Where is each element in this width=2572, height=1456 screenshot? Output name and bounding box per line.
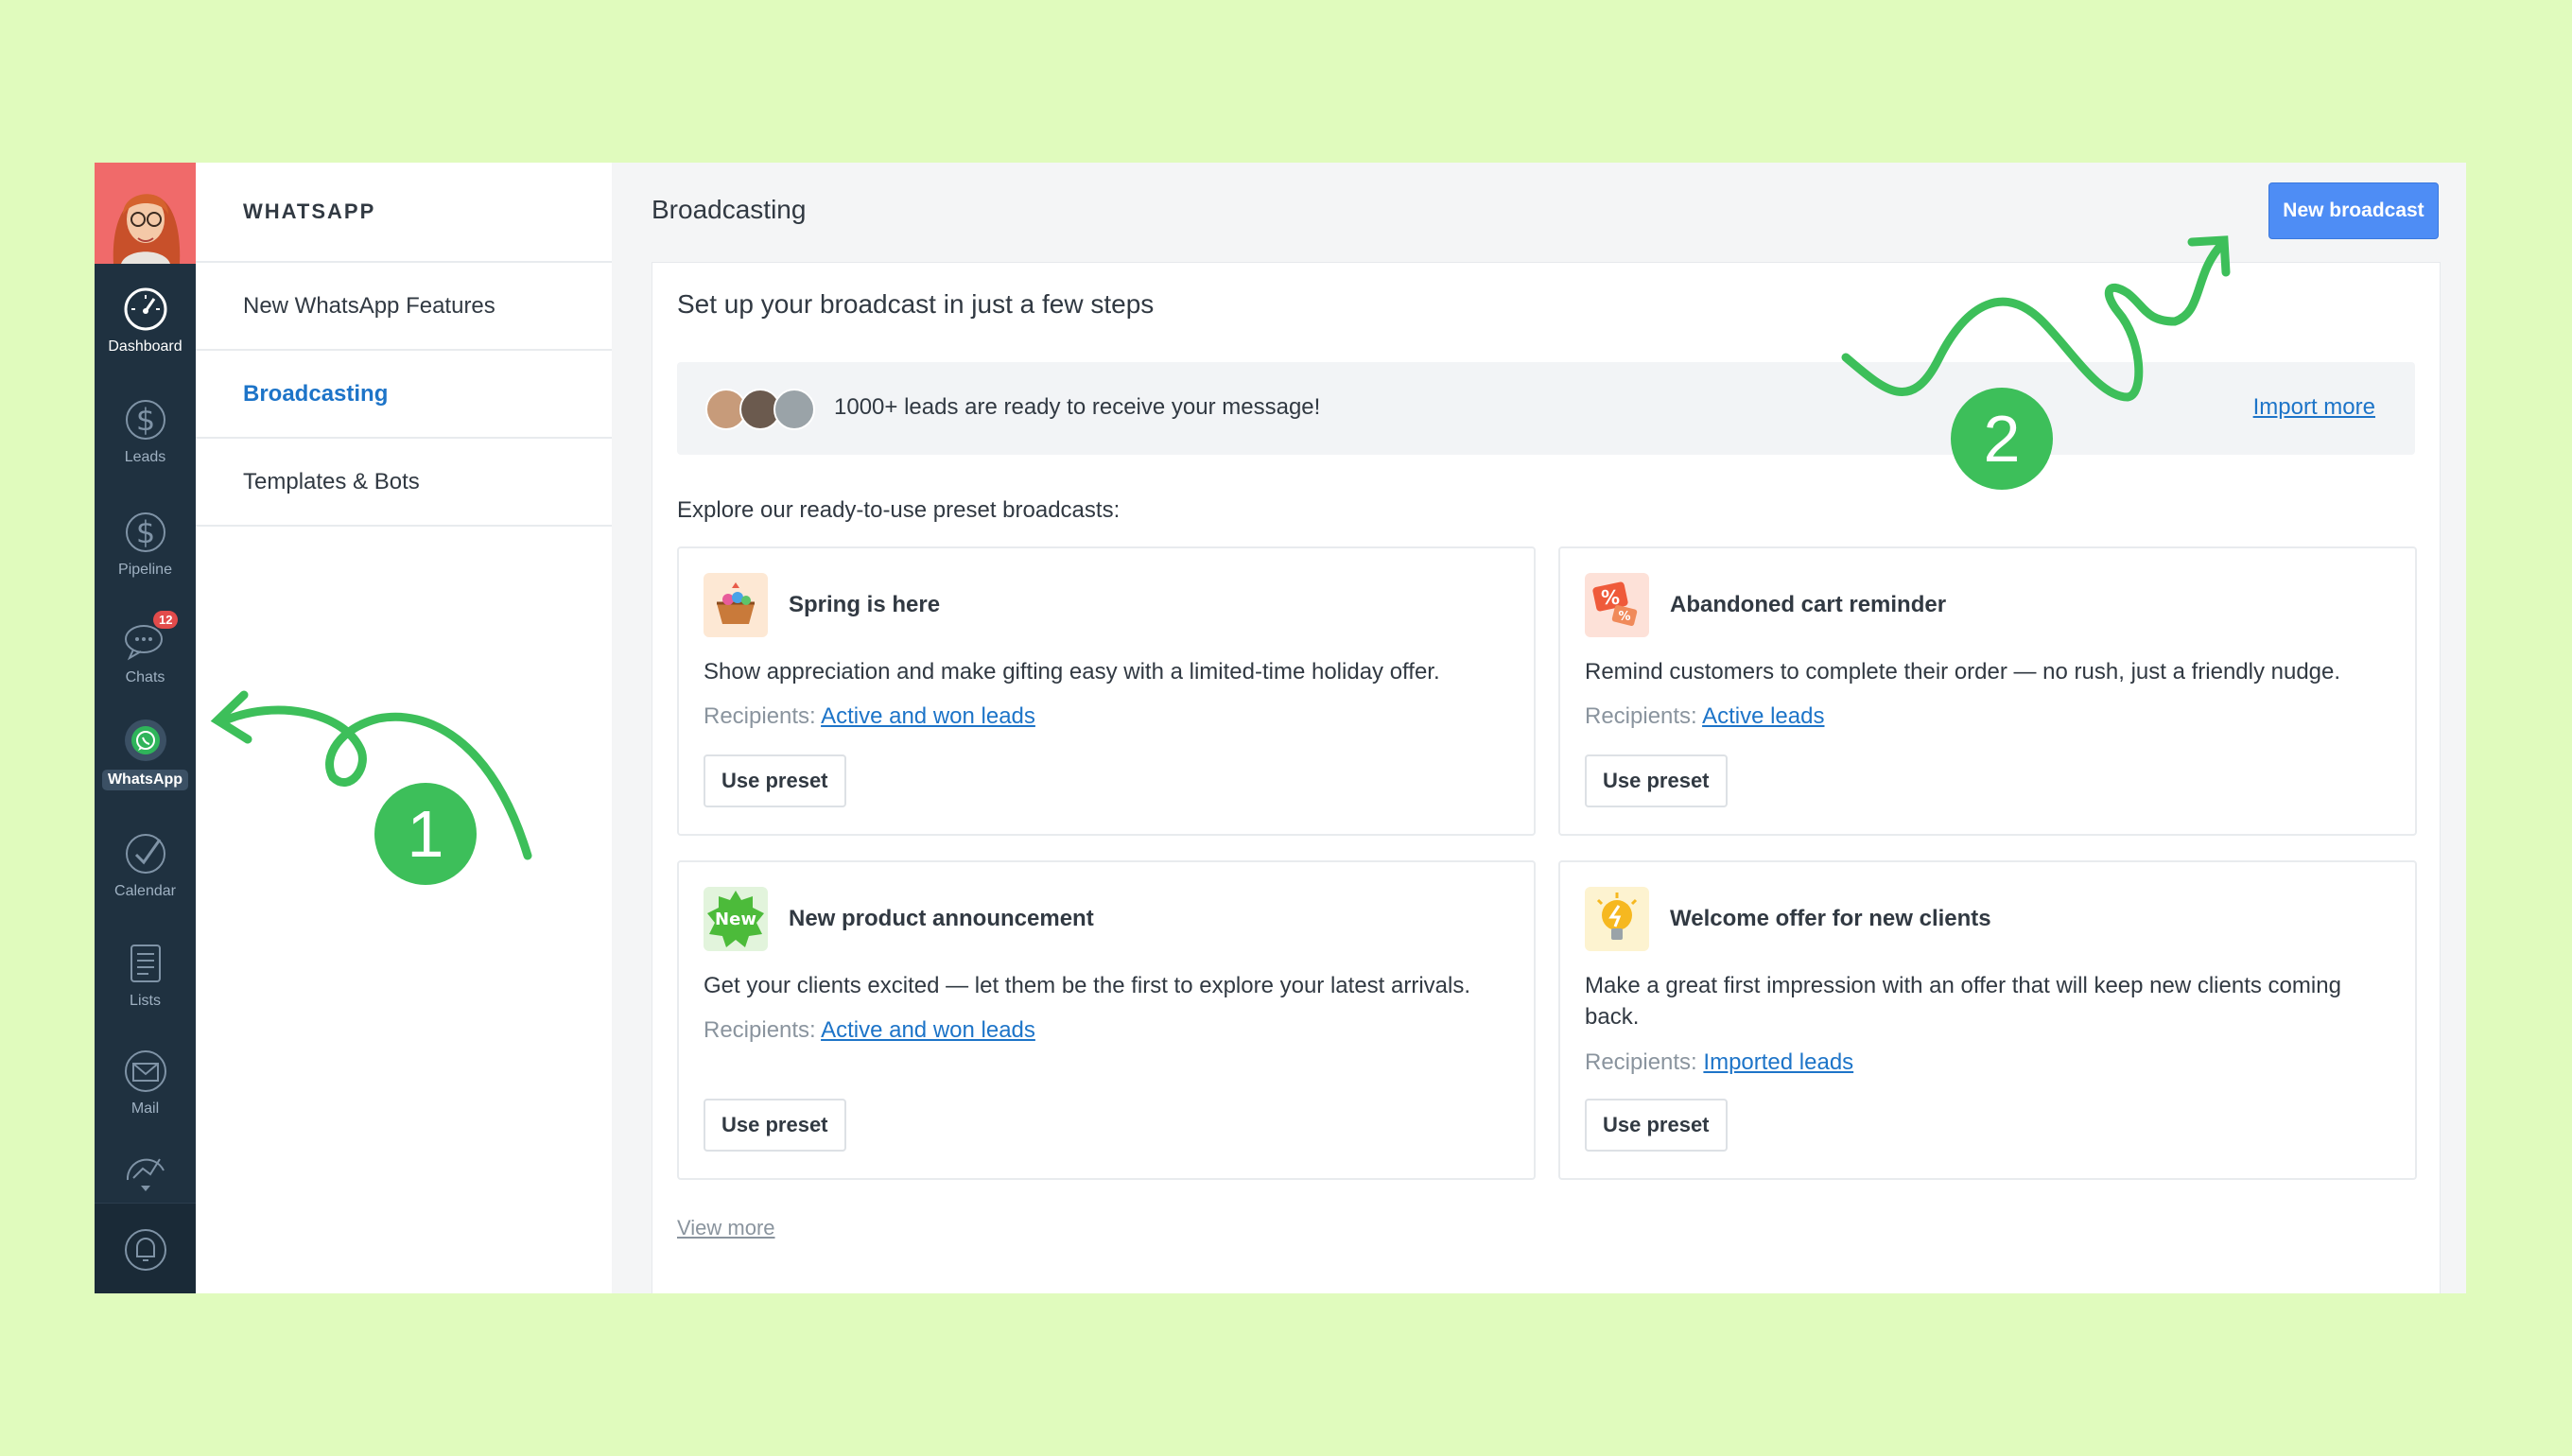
basket-icon [704,573,768,637]
new-broadcast-button[interactable]: New broadcast [2268,182,2439,239]
recipients-link[interactable]: Active and won leads [821,703,1035,729]
use-preset-button[interactable]: Use preset [1585,1099,1728,1152]
dollar-icon: $ [125,400,165,440]
preset-card-welcome-offer: Welcome offer for new clients Make a gre… [1558,860,2417,1180]
rail-label-pipeline: Pipeline [118,562,172,578]
rail-label-mail: Mail [130,1101,160,1117]
leads-ready-text: 1000+ leads are ready to receive your me… [834,394,1321,420]
rail-label-lists: Lists [130,993,161,1009]
annotation-step-2: 2 [1951,388,2053,490]
subnav-title: WHATSAPP [196,163,612,263]
new-badge-text: New [715,910,756,929]
preset-recipients: Recipients: Imported leads [1585,1049,1853,1076]
list-icon [130,945,161,982]
rail-item-chats[interactable]: 12 Chats [95,611,196,686]
subnav-item-templates-bots[interactable]: Templates & Bots [196,439,612,527]
recipients-label: Recipients: [704,1017,816,1043]
dollar-icon: $ [125,512,165,552]
preset-recipients: Recipients: Active and won leads [704,1017,1035,1044]
recipients-link[interactable]: Imported leads [1703,1049,1853,1075]
rail-item-mail[interactable]: Mail [95,1046,196,1118]
rail-item-lists[interactable]: Lists [95,938,196,1010]
whatsapp-icon [124,719,166,761]
recipients-link[interactable]: Active leads [1702,703,1824,729]
annotation-step-1: 1 [374,783,477,885]
rail-item-pipeline[interactable]: $ Pipeline [95,507,196,579]
main-content: Broadcasting New broadcast Set up your b… [612,163,2466,1293]
recipients-label: Recipients: [1585,1049,1697,1075]
bell-icon[interactable] [120,1224,171,1275]
preset-description: Remind customers to complete their order… [1585,659,2341,685]
preset-title: Abandoned cart reminder [1670,592,1947,617]
use-preset-button[interactable]: Use preset [1585,754,1728,807]
user-avatar[interactable] [95,163,196,264]
rail-item-calendar[interactable]: Calendar [95,828,196,900]
whatsapp-subnav: WHATSAPP New WhatsApp Features Broadcast… [196,163,614,1293]
rail-bottom-area [95,1203,196,1293]
discount-tag-icon: % % [1585,573,1649,637]
new-badge-icon: New [704,887,768,951]
recipients-label: Recipients: [704,703,816,729]
rail-label-dashboard: Dashboard [108,338,182,355]
broadcast-setup-panel: Set up your broadcast in just a few step… [652,262,2441,1293]
check-circle-icon [125,834,165,874]
preset-title: New product announcement [789,906,1094,931]
recipients-link[interactable]: Active and won leads [821,1017,1035,1043]
rail-item-whatsapp[interactable]: WhatsApp [95,715,196,790]
lightbulb-icon [1585,887,1649,951]
setup-title: Set up your broadcast in just a few step… [677,289,1155,319]
lead-avatars [705,389,815,430]
page-title: Broadcasting [652,195,807,224]
preset-card-new-product: New New product announcement Get your cl… [677,860,1536,1180]
view-more-link[interactable]: View more [677,1216,775,1240]
rail-item-dashboard[interactable]: Dashboard [95,284,196,355]
use-preset-button[interactable]: Use preset [704,1099,846,1152]
preset-description: Make a great first impression with an of… [1585,973,2341,1030]
rail-item-analytics[interactable] [95,1146,196,1197]
rail-label-leads: Leads [124,449,166,465]
use-preset-button[interactable]: Use preset [704,754,846,807]
rail-label-calendar: Calendar [114,883,176,899]
import-more-link[interactable]: Import more [2253,394,2375,421]
preset-card-spring: Spring is here Show appreciation and mak… [677,546,1536,836]
preset-title: Welcome offer for new clients [1670,906,1991,931]
rail-label-whatsapp: WhatsApp [101,770,189,790]
svg-text:%: % [1618,610,1630,624]
preset-description: Get your clients excited — let them be t… [704,973,1471,998]
preset-recipients: Recipients: Active leads [1585,703,1824,730]
app-window: Dashboard $ Leads $ Pipeline 12 Chats Wh… [95,163,2466,1293]
speedometer-icon [124,287,166,331]
preset-recipients: Recipients: Active and won leads [704,703,1035,730]
svg-text:$: $ [135,402,154,438]
explore-presets-label: Explore our ready-to-use preset broadcas… [677,497,1121,523]
leads-ready-bar: 1000+ leads are ready to receive your me… [677,362,2415,455]
recipients-label: Recipients: [1585,703,1697,729]
svg-text:$: $ [135,514,154,550]
subnav-item-new-features[interactable]: New WhatsApp Features [196,263,612,351]
analytics-icon [126,1158,165,1191]
rail-item-leads[interactable]: $ Leads [95,394,196,466]
rail-label-chats: Chats [125,669,165,685]
icon-rail: Dashboard $ Leads $ Pipeline 12 Chats Wh… [95,163,196,1293]
preset-description: Show appreciation and make gifting easy … [704,659,1440,685]
chats-unread-badge: 12 [153,611,179,629]
preset-title: Spring is here [789,592,941,617]
preset-card-abandoned-cart: % % Abandoned cart reminder Remind custo… [1558,546,2417,836]
lead-avatar [773,389,815,430]
subnav-item-broadcasting[interactable]: Broadcasting [196,351,612,439]
mail-icon [124,1050,166,1092]
